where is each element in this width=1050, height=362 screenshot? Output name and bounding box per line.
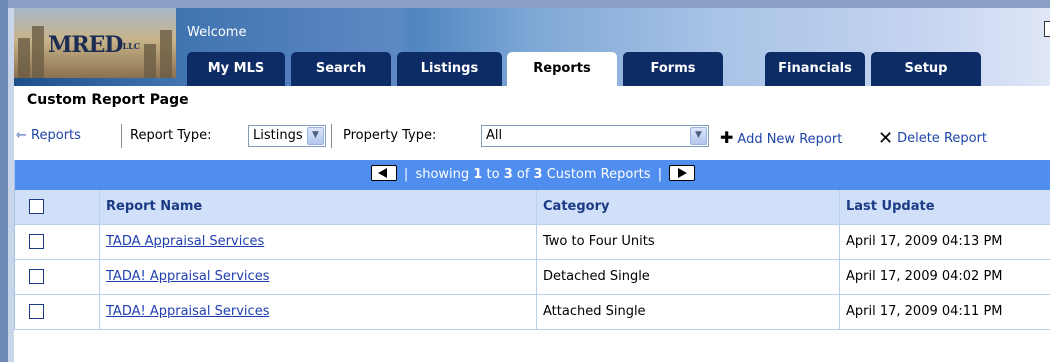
report-name-cell: TADA! Appraisal Services bbox=[100, 260, 537, 294]
tab-forms[interactable]: Forms bbox=[623, 52, 723, 86]
report-type-value: Listings bbox=[253, 128, 303, 143]
pagination-bar: | showing 1 to 3 of 3 Custom Reports | bbox=[15, 160, 1050, 190]
report-name-cell: TADA Appraisal Services bbox=[100, 225, 537, 259]
delete-report-button[interactable]: ✕ Delete Report bbox=[878, 128, 987, 149]
report-type-select[interactable]: Listings ▼ bbox=[248, 125, 326, 147]
row-select-cell bbox=[15, 260, 100, 294]
delete-label: Delete Report bbox=[897, 131, 988, 146]
row-select-cell bbox=[15, 225, 100, 259]
select-all-checkbox[interactable] bbox=[29, 199, 44, 214]
add-new-report-button[interactable]: ✚ Add New Report bbox=[720, 128, 842, 147]
table-row: TADA Appraisal Services Two to Four Unit… bbox=[15, 225, 1050, 260]
add-label: Add New Report bbox=[737, 132, 843, 147]
back-to-reports-link[interactable]: ⇽ Reports bbox=[16, 128, 81, 143]
window-frame-top bbox=[8, 0, 1050, 8]
window-frame-left bbox=[0, 0, 8, 362]
toolbar-divider bbox=[121, 124, 122, 148]
reports-table: | showing 1 to 3 of 3 Custom Reports | R… bbox=[14, 160, 1050, 330]
row-checkbox[interactable] bbox=[29, 234, 44, 249]
category-cell: Detached Single bbox=[537, 260, 840, 294]
tab-reports[interactable]: Reports bbox=[507, 52, 617, 88]
back-label: Reports bbox=[31, 128, 81, 143]
header-last-update[interactable]: Last Update bbox=[840, 190, 1050, 224]
row-checkbox[interactable] bbox=[29, 269, 44, 284]
report-name-link[interactable]: TADA Appraisal Services bbox=[106, 234, 264, 249]
select-all-cell bbox=[15, 190, 100, 224]
pager-to-word: to bbox=[486, 167, 500, 182]
table-row: TADA! Appraisal Services Detached Single… bbox=[15, 260, 1050, 295]
last-update-cell: April 17, 2009 04:02 PM bbox=[846, 269, 1003, 284]
x-icon: ✕ bbox=[878, 128, 894, 149]
report-name-link[interactable]: TADA! Appraisal Services bbox=[106, 304, 269, 319]
welcome-text: Welcome bbox=[187, 25, 247, 40]
tab-search[interactable]: Search bbox=[291, 52, 391, 86]
report-name-link[interactable]: TADA! Appraisal Services bbox=[106, 269, 269, 284]
table-header-row: Report Name Category Last Update bbox=[15, 190, 1050, 225]
header-report-name[interactable]: Report Name bbox=[100, 190, 537, 224]
window-corner-icon bbox=[1044, 21, 1050, 37]
report-toolbar: ⇽ Reports Report Type: Listings ▼ Proper… bbox=[14, 124, 1050, 150]
plus-icon: ✚ bbox=[720, 128, 734, 147]
arrow-left-icon: ⇽ bbox=[16, 128, 27, 143]
pager-total: 3 bbox=[533, 167, 543, 182]
chevron-down-icon: ▼ bbox=[307, 127, 324, 145]
pager-from: 1 bbox=[473, 167, 483, 182]
report-name-cell: TADA! Appraisal Services bbox=[100, 295, 537, 329]
tab-listings[interactable]: Listings bbox=[397, 52, 502, 86]
tab-financials[interactable]: Financials bbox=[765, 52, 865, 86]
next-page-icon[interactable] bbox=[669, 165, 696, 181]
prev-page-icon[interactable] bbox=[370, 165, 397, 181]
logo-text: MREDLLC bbox=[48, 32, 141, 58]
table-row: TADA! Appraisal Services Attached Single… bbox=[15, 295, 1050, 330]
category-cell: Two to Four Units bbox=[537, 225, 840, 259]
category-cell: Attached Single bbox=[537, 295, 840, 329]
property-type-value: All bbox=[486, 128, 503, 143]
property-type-select[interactable]: All ▼ bbox=[481, 125, 709, 147]
last-update-cell: April 17, 2009 04:13 PM bbox=[846, 234, 1003, 249]
pager-to: 3 bbox=[503, 167, 513, 182]
property-type-label: Property Type: bbox=[343, 128, 437, 143]
pager-prefix: showing bbox=[415, 167, 470, 182]
pager-of-word: of bbox=[516, 167, 530, 182]
chevron-down-icon: ▼ bbox=[690, 127, 707, 145]
tab-setup[interactable]: Setup bbox=[871, 52, 981, 86]
report-type-label: Report Type: bbox=[130, 128, 212, 143]
pager-suffix: Custom Reports bbox=[546, 167, 651, 182]
last-update-cell: April 17, 2009 04:11 PM bbox=[846, 304, 1003, 319]
row-select-cell bbox=[15, 295, 100, 329]
mred-logo: MREDLLC bbox=[14, 8, 176, 78]
page-title: Custom Report Page bbox=[27, 92, 189, 108]
header-category[interactable]: Category bbox=[537, 190, 840, 224]
app-content: MREDLLC Welcome My MLS Search Listings R… bbox=[14, 8, 1050, 362]
toolbar-divider bbox=[331, 124, 332, 148]
row-checkbox[interactable] bbox=[29, 304, 44, 319]
header-banner: MREDLLC Welcome My MLS Search Listings R… bbox=[14, 8, 1050, 88]
tab-my-mls[interactable]: My MLS bbox=[187, 52, 285, 86]
